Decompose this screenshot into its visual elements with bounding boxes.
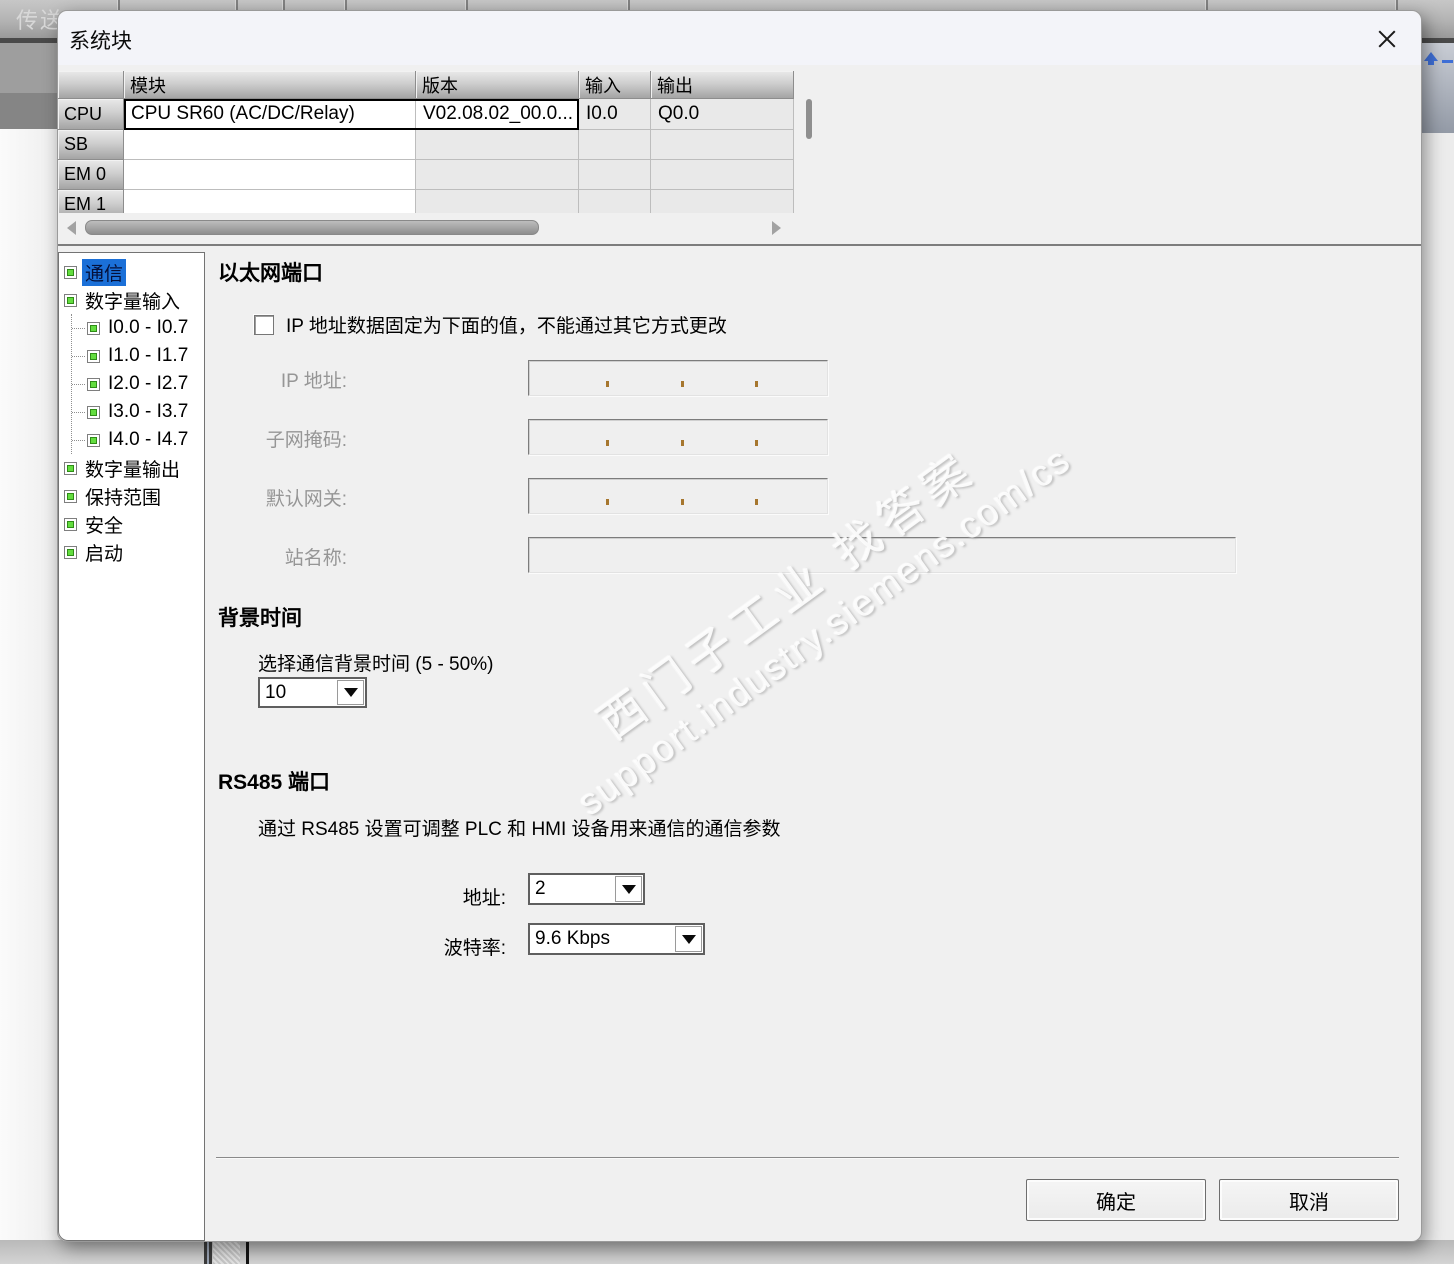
ethernet-port-heading: 以太网端口 xyxy=(218,262,323,285)
tree-node-icon xyxy=(64,293,77,307)
baud-rate-label: 波特率: xyxy=(443,938,506,959)
siemens-watermark: 西门子工业 找答案 support.industry.siemens.com/c… xyxy=(532,396,1078,824)
subnet-mask-row: 子网掩码: xyxy=(58,419,1258,455)
cpu-input-cell: I0.0 xyxy=(579,99,651,130)
em0-version-cell xyxy=(416,160,579,190)
vertical-scrollbar-thumb[interactable] xyxy=(806,99,812,139)
default-gateway-row: 默认网关: xyxy=(58,478,1258,514)
dropdown-button[interactable] xyxy=(615,876,642,902)
rs485-description: 通过 RS485 设置可调整 PLC 和 HMI 设备用来通信的通信参数 xyxy=(258,819,781,840)
background-statusbar xyxy=(0,1240,1454,1264)
settings-tree: 通信 数字量输入 I0.0 - I0.7 I1.0 - I1.7 I2.0 - … xyxy=(58,252,205,1241)
ip-address-field xyxy=(528,360,828,396)
tree-node-icon xyxy=(64,461,77,475)
chevron-down-icon xyxy=(343,688,358,697)
sb-output-cell xyxy=(651,130,794,160)
row-header-em1: EM 1 xyxy=(58,190,124,213)
cursor-line xyxy=(246,1240,249,1264)
ip-fixed-checkbox-row: IP 地址数据固定为下面的值，不能通过其它方式更改 xyxy=(254,311,727,338)
em1-module-cell[interactable] xyxy=(124,190,416,213)
sb-module-cell[interactable] xyxy=(124,130,416,160)
baud-rate-select[interactable]: 9.6 Kbps xyxy=(528,923,705,955)
dropdown-button[interactable] xyxy=(675,926,702,952)
scroll-right-arrow-icon[interactable] xyxy=(772,221,781,235)
ip-fixed-checkbox-label: IP 地址数据固定为下面的值，不能通过其它方式更改 xyxy=(286,316,727,337)
pane-separator xyxy=(58,244,1421,246)
cpu-module-cell[interactable]: CPU SR60 (AC/DC/Relay) xyxy=(124,99,416,130)
background-panel xyxy=(0,129,57,1240)
tree-node-icon xyxy=(87,405,100,419)
upload-icon xyxy=(1428,61,1434,65)
horizontal-scrollbar-thumb[interactable] xyxy=(85,220,539,235)
em0-module-cell[interactable] xyxy=(124,160,416,190)
module-table: 模块 版本 输入 输出 CPU CPU SR60 (AC/DC/Relay) V… xyxy=(58,71,794,213)
ok-button[interactable]: 确定 xyxy=(1026,1179,1206,1221)
subnet-mask-field xyxy=(528,419,828,455)
cancel-button[interactable]: 取消 xyxy=(1219,1179,1399,1221)
background-time-value: 10 xyxy=(265,681,287,703)
em1-input-cell xyxy=(579,190,651,213)
ip-address-label: IP 地址: xyxy=(280,371,347,392)
column-header-module: 模块 xyxy=(124,71,416,99)
baud-rate-value: 9.6 Kbps xyxy=(535,928,610,949)
dash-icon xyxy=(1442,60,1453,63)
watermark-text-cn: 西门子工业 找答案 xyxy=(588,441,986,750)
chevron-down-icon xyxy=(681,934,696,944)
column-header-output: 输出 xyxy=(651,71,794,99)
dialog-title-bar: 系统块 xyxy=(58,11,1421,65)
tree-item-digital-inputs[interactable]: 数字量输入 xyxy=(59,286,204,314)
tree-node-icon xyxy=(64,517,77,531)
address-label: 地址: xyxy=(462,888,506,909)
tree-node-icon xyxy=(64,265,77,279)
chevron-down-icon xyxy=(621,884,636,894)
station-name-label: 站名称: xyxy=(284,548,347,569)
sb-input-cell xyxy=(579,130,651,160)
row-header-sb: SB xyxy=(58,130,124,160)
address-select[interactable]: 2 xyxy=(528,873,645,905)
splitter-hatch xyxy=(213,1240,240,1264)
rs485-port-heading: RS485 端口 xyxy=(218,771,331,794)
background-time-label: 选择通信背景时间 (5 - 50%) xyxy=(258,654,494,675)
subnet-mask-label: 子网掩码: xyxy=(265,430,347,451)
default-gateway-field xyxy=(528,478,828,514)
footer-separator xyxy=(216,1157,1399,1158)
address-value: 2 xyxy=(535,878,546,899)
ip-address-row: IP 地址: xyxy=(58,360,1258,396)
em0-input-cell xyxy=(579,160,651,190)
column-header-input: 输入 xyxy=(579,71,651,99)
screen: 传送 系统块 模块 版本 输入 输出 CPU CPU SR60 (AC/DC/R… xyxy=(0,0,1454,1264)
ip-fixed-checkbox[interactable] xyxy=(254,314,274,335)
upload-icon xyxy=(1424,52,1438,61)
background-panel xyxy=(1420,133,1454,1240)
column-header-version: 版本 xyxy=(416,71,579,99)
background-time-select[interactable]: 10 xyxy=(258,677,367,708)
station-name-row: 站名称: xyxy=(58,537,1258,573)
tree-item-security[interactable]: 安全 xyxy=(59,510,204,538)
em1-output-cell xyxy=(651,190,794,213)
table-corner-cell xyxy=(58,71,124,99)
close-button[interactable] xyxy=(1373,25,1401,53)
splitter-handle xyxy=(204,1240,212,1264)
row-header-em0: EM 0 xyxy=(58,160,124,190)
default-gateway-label: 默认网关: xyxy=(265,489,347,510)
row-header-cpu: CPU xyxy=(58,99,124,130)
em0-output-cell xyxy=(651,160,794,190)
background-panel xyxy=(0,43,57,93)
background-panel xyxy=(0,93,57,129)
horizontal-scrollbar[interactable] xyxy=(58,218,794,236)
tree-node-icon xyxy=(87,321,100,335)
tree-item-i0[interactable]: I0.0 - I0.7 xyxy=(72,314,204,342)
background-time-heading: 背景时间 xyxy=(218,607,302,630)
system-block-dialog: 系统块 模块 版本 输入 输出 CPU CPU SR60 (AC/DC/Rela… xyxy=(57,10,1422,1242)
scroll-left-arrow-icon[interactable] xyxy=(67,221,76,235)
dialog-title: 系统块 xyxy=(69,30,132,53)
tree-item-communication[interactable]: 通信 xyxy=(59,258,204,286)
cpu-output-cell: Q0.0 xyxy=(651,99,794,130)
station-name-field xyxy=(528,537,1236,573)
cpu-version-cell[interactable]: V02.08.02_00.0... xyxy=(416,99,579,130)
sb-version-cell xyxy=(416,130,579,160)
dropdown-button[interactable] xyxy=(337,680,364,705)
em1-version-cell xyxy=(416,190,579,213)
